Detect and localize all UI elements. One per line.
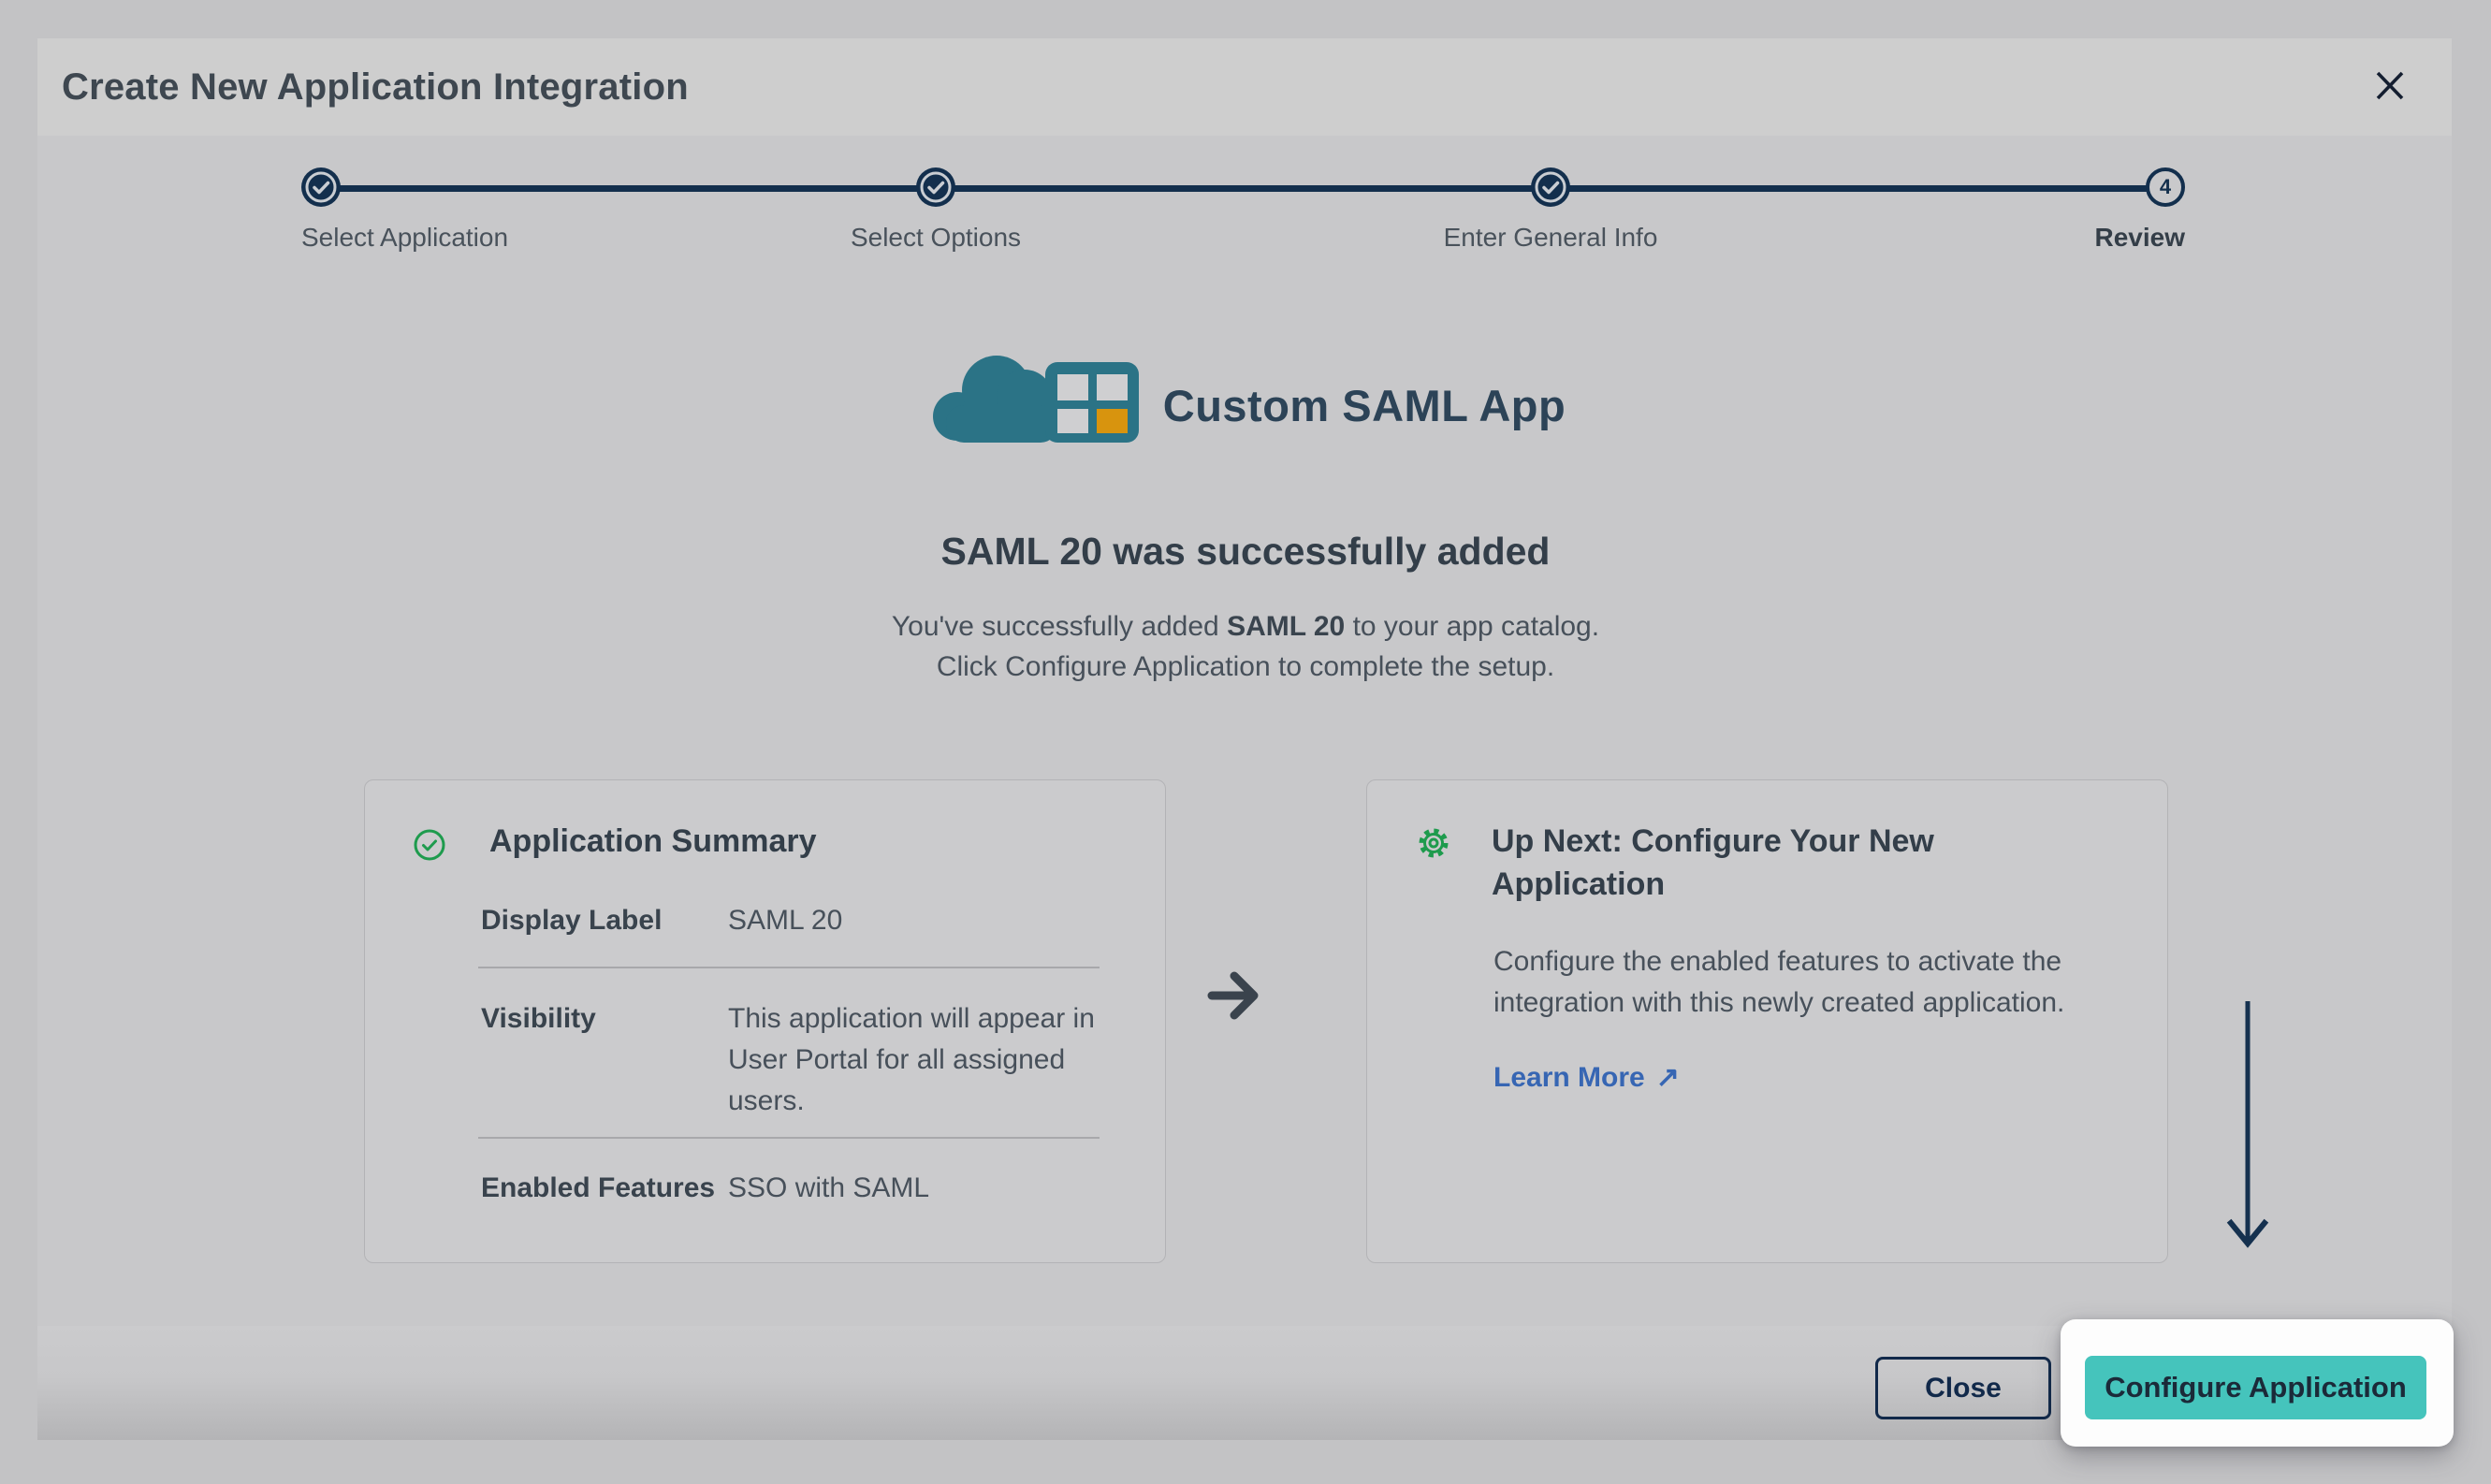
success-heading: SAML 20 was successfully added [0,530,2491,574]
step-label-select-application: Select Application [301,223,508,253]
summary-row-visibility: Visibility This application will appear … [478,967,1100,1137]
check-circle-icon [916,195,955,211]
success-line1: You've successfully added SAML 20 to you… [892,611,1599,642]
external-link-icon: ↗ [1656,1061,1680,1094]
custom-saml-app-icon [925,347,1143,451]
learn-more-link[interactable]: Learn More ↗ [1493,1061,1680,1094]
create-app-integration-dialog: Create New Application Integration [0,0,2491,1484]
dialog-title: Create New Application Integration [62,66,689,109]
app-logo: Custom SAML App [0,348,2491,449]
close-button[interactable] [2369,66,2411,108]
row-value: SSO with SAML [728,1168,1100,1209]
success-line2: Click Configure Application to complete … [937,651,1554,682]
step-1-indicator [301,167,341,207]
step-2-indicator [916,167,955,207]
app-grid [1045,362,1139,443]
summary-row-display-label: Display Label SAML 20 [478,885,1100,967]
row-label: Display Label [478,900,728,941]
success-message: You've successfully added SAML 20 to you… [0,606,2491,687]
gear-icon [1418,827,1449,859]
success-check-icon [414,829,445,861]
row-label: Enabled Features [478,1168,728,1209]
step-label-enter-general-info: Enter General Info [1444,223,1658,253]
learn-more-label: Learn More [1493,1062,1645,1094]
cloud-shape [933,356,1058,443]
close-icon [2373,68,2407,106]
application-summary-card: Application Summary Display Label SAML 2… [364,779,1166,1263]
step-number: 4 [2146,167,2185,207]
step-4-indicator: 4 [2146,167,2185,207]
stepper-track [321,185,2165,192]
row-label: Visibility [478,998,728,1122]
check-circle-icon [1531,195,1570,211]
app-logo-label: Custom SAML App [1163,380,1566,431]
row-value: This application will appear in User Por… [728,998,1100,1122]
summary-row-enabled-features: Enabled Features SSO with SAML [478,1137,1100,1228]
up-next-card: Up Next: Configure Your New Application … [1366,779,2168,1263]
configure-application-button[interactable]: Configure Application [2085,1356,2426,1419]
coach-down-arrow-icon [2225,997,2270,1275]
summary-card-title: Application Summary [489,820,1013,863]
tour-spotlight: Configure Application [2061,1319,2454,1447]
up-next-title: Up Next: Configure Your New Application [1492,820,1997,906]
check-circle-icon [301,195,341,211]
up-next-description: Configure the enabled features to activa… [1493,941,2116,1024]
close-dialog-button[interactable]: Close [1875,1357,2051,1419]
step-label-select-options: Select Options [851,223,1021,253]
row-value: SAML 20 [728,900,1100,941]
step-label-review: Review [2095,223,2186,253]
right-arrow-icon [1205,968,1265,1028]
summary-table: Display Label SAML 20 Visibility This ap… [478,885,1100,1228]
step-3-indicator [1531,167,1570,207]
dialog-header: Create New Application Integration [37,38,2452,136]
